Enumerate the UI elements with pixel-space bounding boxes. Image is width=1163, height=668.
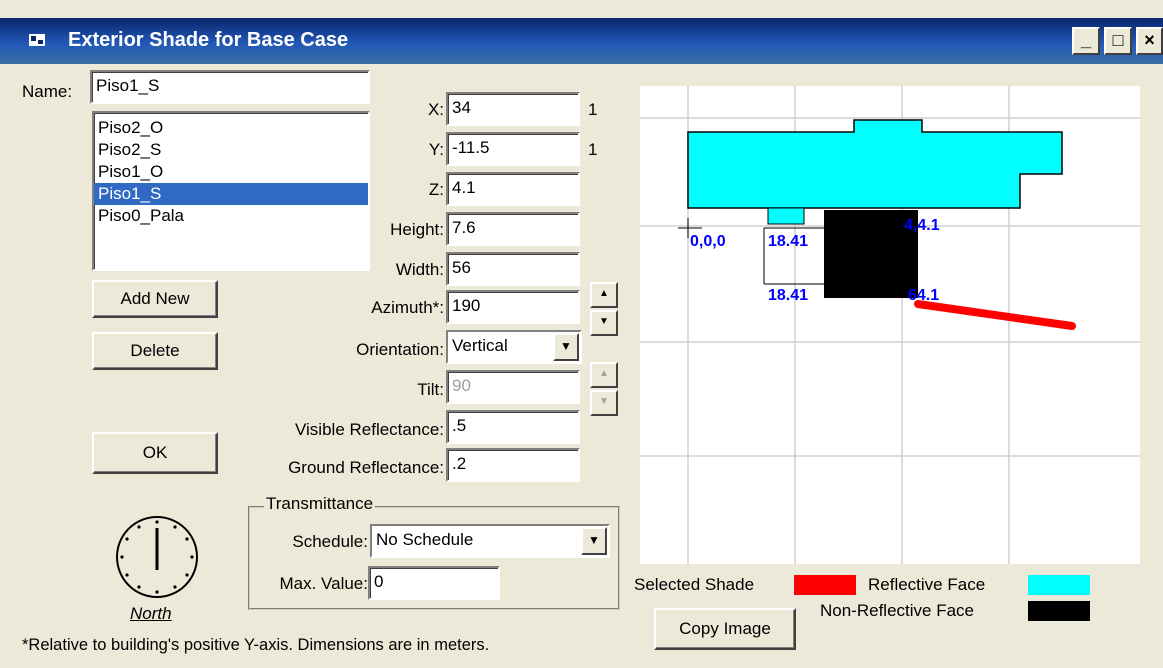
azimuth-down-spinner[interactable]: ▼ (590, 310, 618, 336)
chevron-down-icon[interactable]: ▼ (553, 333, 579, 361)
azimuth-input[interactable]: 190 (446, 290, 580, 324)
legend-selected-shade-swatch (794, 575, 856, 595)
list-item[interactable]: Piso0_Pala (94, 205, 368, 227)
legend-reflective-face-swatch (1028, 575, 1090, 595)
tilt-down-spinner[interactable]: ▼ (590, 390, 618, 416)
z-label: Z: (428, 180, 444, 199)
orientation-select[interactable]: Vertical ▼ (446, 330, 582, 364)
plot-label-2: 18.41 (768, 287, 808, 304)
y-suffix: 1 (588, 140, 598, 159)
schedule-label: Schedule: (292, 532, 368, 551)
y-input[interactable]: -11.5 (446, 132, 580, 166)
legend-non-reflective-face-swatch (1028, 601, 1090, 621)
tilt-input[interactable]: 90 (446, 370, 580, 404)
name-input[interactable]: Piso1_S (90, 70, 370, 104)
list-item-selected[interactable]: Piso1_S (94, 183, 368, 205)
y-label: Y: (428, 140, 444, 159)
height-label: Height: (390, 220, 444, 239)
shade-plot-svg: 0,0,0 18.41 18.41 4,4.1 64.1 (640, 86, 1140, 564)
ground-reflectance-input[interactable]: .2 (446, 448, 580, 482)
orientation-value: Vertical (452, 336, 508, 355)
x-suffix: 1 (588, 100, 598, 119)
max-value-input[interactable]: 0 (368, 566, 500, 600)
minimize-button[interactable]: _ (1072, 27, 1100, 55)
azimuth-up-spinner[interactable]: ▲ (590, 282, 618, 308)
x-label: X: (427, 100, 444, 119)
plot-label-4: 64.1 (908, 287, 939, 304)
copy-image-button[interactable]: Copy Image (654, 608, 796, 650)
transmittance-title: Transmittance (264, 494, 376, 514)
x-input[interactable]: 34 (446, 92, 580, 126)
ok-button[interactable]: OK (92, 432, 218, 474)
legend-non-reflective-face-label: Non-Reflective Face (820, 601, 975, 620)
width-label: Width: (395, 260, 444, 279)
list-item[interactable]: Piso2_O (94, 117, 368, 139)
shade-listbox[interactable]: Piso2_O Piso2_S Piso1_O Piso1_S Piso0_Pa… (92, 111, 370, 271)
legend-selected-shade-label: Selected Shade (634, 575, 755, 594)
list-item[interactable]: Piso2_S (94, 139, 368, 161)
selected-shade-line (914, 300, 1076, 330)
window-title: Exterior Shade for Base Case (68, 29, 349, 51)
visible-reflectance-input[interactable]: .5 (446, 410, 580, 444)
compass-icon (116, 516, 198, 598)
tilt-up-spinner[interactable]: ▲ (590, 362, 618, 388)
plot-origin-label: 0,0,0 (690, 233, 726, 250)
title-bar: Exterior Shade for Base Case _ □ × (0, 18, 1163, 64)
z-input[interactable]: 4.1 (446, 172, 580, 206)
chevron-down-icon[interactable]: ▼ (581, 527, 607, 555)
azimuth-label: Azimuth*: (371, 298, 444, 317)
building-reflective-face (687, 119, 1063, 209)
plot-label-3: 4,4.1 (904, 217, 940, 234)
name-label: Name: (22, 82, 73, 101)
app-icon (29, 34, 45, 46)
footnote: *Relative to building's positive Y-axis.… (22, 636, 490, 654)
schedule-value: No Schedule (376, 530, 474, 549)
list-item[interactable]: Piso1_O (94, 161, 368, 183)
orientation-label: Orientation: (356, 340, 444, 359)
legend-reflective-face-label: Reflective Face (868, 575, 986, 594)
compass-north-label: North (130, 604, 172, 623)
height-input[interactable]: 7.6 (446, 212, 580, 246)
delete-button[interactable]: Delete (92, 332, 218, 370)
max-value-label: Max. Value: (279, 574, 368, 593)
ground-reflectance-label: Ground Reflectance: (288, 458, 444, 477)
schedule-select[interactable]: No Schedule ▼ (370, 524, 610, 558)
shade-plot: 0,0,0 18.41 18.41 4,4.1 64.1 (640, 86, 1140, 564)
add-new-button[interactable]: Add New (92, 280, 218, 318)
tilt-label: Tilt: (417, 380, 444, 399)
small-reflective-block (767, 207, 805, 225)
visible-reflectance-label: Visible Reflectance: (295, 420, 444, 439)
plot-label-1: 18.41 (768, 233, 808, 250)
width-input[interactable]: 56 (446, 252, 580, 286)
close-button[interactable]: × (1136, 27, 1163, 55)
maximize-button[interactable]: □ (1104, 27, 1132, 55)
